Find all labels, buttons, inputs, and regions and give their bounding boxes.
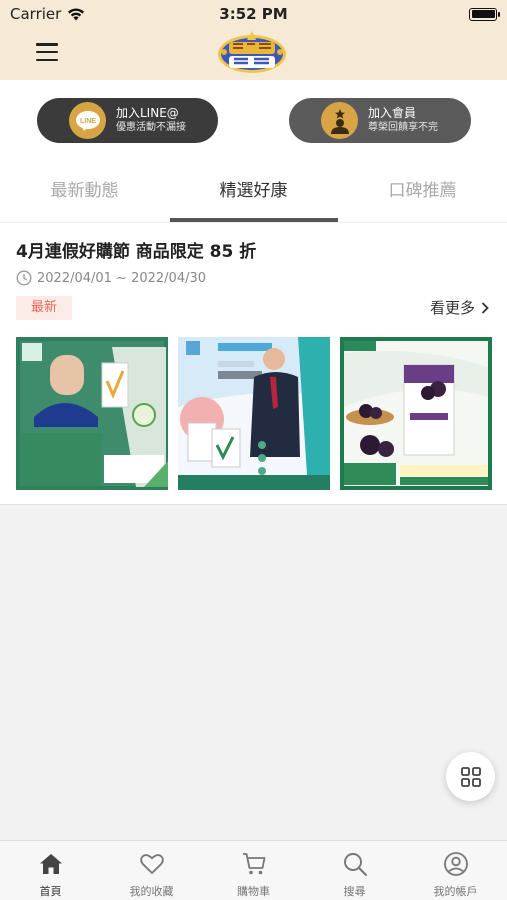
join-line-texts: 加入LINE@ 優惠活動不漏接 <box>116 105 186 135</box>
grid-view-button[interactable] <box>446 752 495 801</box>
tab-latest-news[interactable]: 最新動態 <box>0 160 169 222</box>
line-badge-text: LINE <box>80 118 96 125</box>
deal-date-row: 2022/04/01 ~ 2022/04/30 <box>16 270 206 286</box>
deal-card[interactable]: 4月連假好購節 商品限定 85 折 2022/04/01 ~ 2022/04/3… <box>0 222 507 505</box>
clock-icon <box>16 270 32 286</box>
bottom-nav: 首頁 我的收藏 購物車 搜尋 我的帳戶 <box>0 840 507 900</box>
search-icon <box>344 853 368 877</box>
see-more-label: 看更多 <box>429 299 475 317</box>
nav-favorites-label: 我的收藏 <box>129 885 174 898</box>
product-thumbnails <box>16 337 492 491</box>
promo-row: LINE 加入LINE@ 優惠活動不漏接 加入會員 尊榮回饋享不完 <box>0 80 507 160</box>
wifi-icon <box>68 8 85 20</box>
nav-search[interactable]: 搜尋 <box>304 841 405 900</box>
menu-icon-bar <box>36 43 58 46</box>
member-icon <box>330 108 349 134</box>
app-header <box>0 28 507 80</box>
new-tag: 最新 <box>16 296 72 320</box>
grid-icon <box>460 766 481 787</box>
tab-featured-deals[interactable]: 精選好康 <box>169 160 338 222</box>
chevron-right-icon <box>481 301 489 314</box>
product-thumbnail-2[interactable] <box>178 337 330 490</box>
carrier-label: Carrier <box>10 5 62 23</box>
tab-recommendations[interactable]: 口碑推薦 <box>338 160 507 222</box>
home-icon <box>40 854 62 874</box>
deal-title: 4月連假好購節 商品限定 85 折 <box>16 242 257 262</box>
nav-account[interactable]: 我的帳戶 <box>405 841 506 900</box>
deal-date-range: 2022/04/01 ~ 2022/04/30 <box>37 270 207 286</box>
join-member-title: 加入會員 <box>368 106 417 120</box>
join-member-button[interactable]: 加入會員 尊榮回饋享不完 <box>289 98 471 143</box>
account-icon <box>444 852 468 876</box>
nav-favorites[interactable]: 我的收藏 <box>101 841 202 900</box>
cart-icon <box>243 853 266 875</box>
nav-home[interactable]: 首頁 <box>0 841 101 900</box>
heart-icon <box>140 854 164 874</box>
carrier-info: Carrier <box>10 5 85 23</box>
tab-bar: 最新動態 精選好康 口碑推薦 <box>0 160 507 222</box>
product-thumbnail-3[interactable] <box>340 337 492 490</box>
nav-cart-label: 購物車 <box>237 885 270 898</box>
menu-icon-bar <box>36 50 58 54</box>
join-member-subtitle: 尊榮回饋享不完 <box>368 122 438 133</box>
menu-button[interactable] <box>36 43 58 61</box>
battery-icon <box>469 7 500 21</box>
line-badge: LINE <box>69 102 106 139</box>
nav-search-label: 搜尋 <box>343 885 366 898</box>
member-badge <box>321 102 358 139</box>
brand-logo[interactable] <box>216 30 288 76</box>
nav-home-label: 首頁 <box>39 885 62 898</box>
menu-icon-bar <box>36 58 58 61</box>
product-thumbnail-1[interactable] <box>16 337 168 490</box>
see-more-link[interactable]: 看更多 <box>430 297 489 318</box>
line-chat-icon: LINE <box>75 110 100 131</box>
join-line-subtitle: 優惠活動不漏接 <box>116 122 186 133</box>
join-member-texts: 加入會員 尊榮回饋享不完 <box>368 105 438 135</box>
status-bar: Carrier 3:52 PM <box>0 0 507 28</box>
nav-account-label: 我的帳戶 <box>433 885 478 898</box>
nav-cart[interactable]: 購物車 <box>203 841 304 900</box>
join-line-title: 加入LINE@ <box>116 106 179 120</box>
join-line-button[interactable]: LINE 加入LINE@ 優惠活動不漏接 <box>37 98 218 143</box>
